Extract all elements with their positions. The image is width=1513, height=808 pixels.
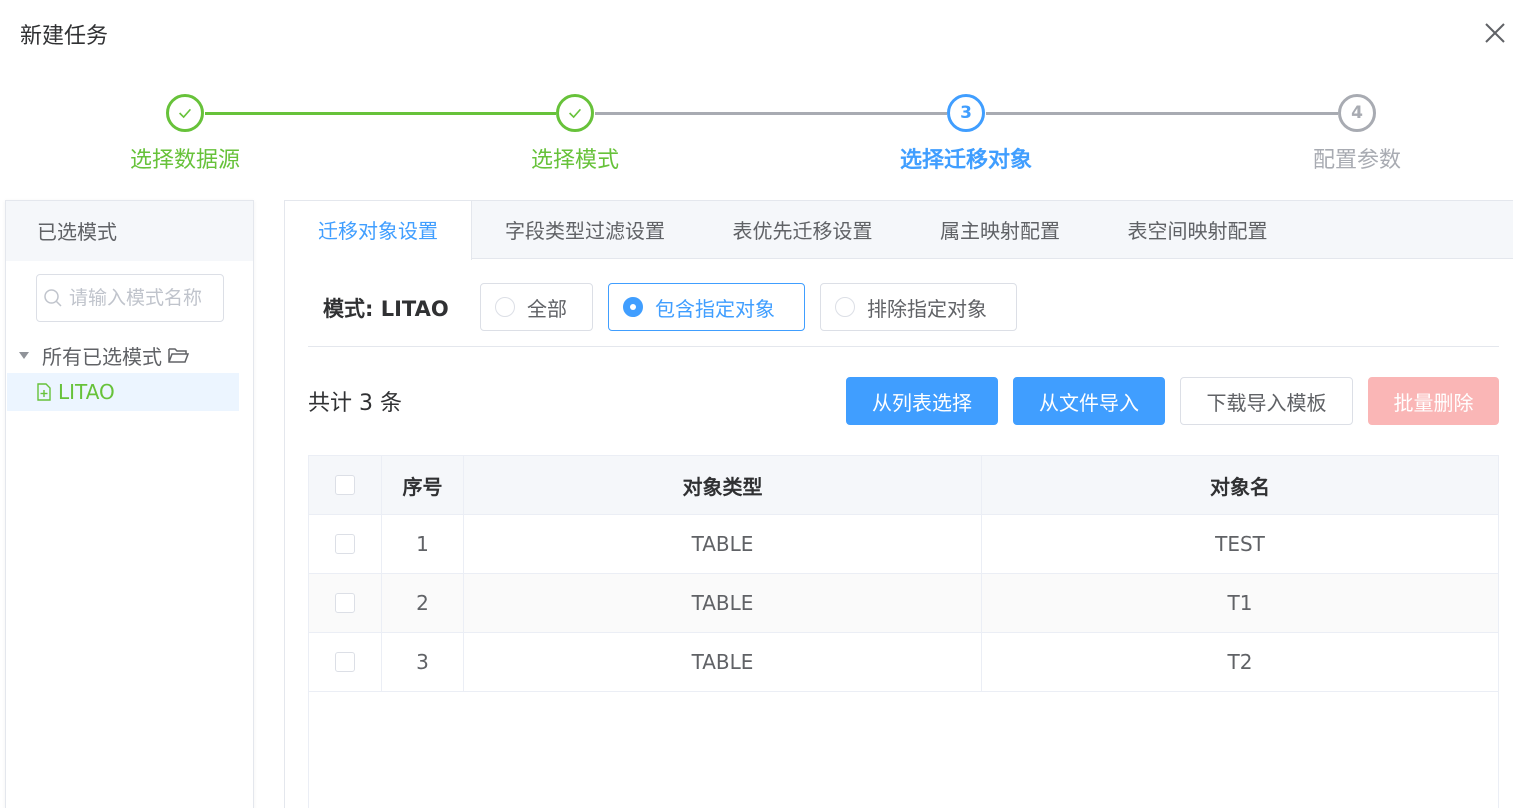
objects-table: 序号 对象类型 对象名 1 TABLE TEST 2 TABLE T1 3 TA…: [308, 455, 1499, 808]
row-object-type: TABLE: [464, 633, 982, 691]
dialog-title: 新建任务: [20, 24, 109, 49]
tree-node-label: LITAO: [58, 380, 115, 404]
tree-node-all-schemas[interactable]: 所有已选模式: [6, 337, 255, 373]
search-icon: [44, 289, 62, 307]
steps-bar: 选择数据源 选择模式 3 选择迁移对象 4 配置参数: [0, 94, 1513, 184]
step-select-schema: 选择模式: [455, 94, 695, 174]
header-object-name: 对象名: [1210, 474, 1270, 499]
radio-circle-icon: [835, 297, 855, 317]
check-icon: [556, 94, 594, 132]
close-icon: [1485, 23, 1505, 43]
caret-down-icon[interactable]: [19, 351, 29, 359]
row-checkbox[interactable]: [335, 534, 355, 554]
header-object-type: 对象类型: [464, 456, 982, 514]
step-title: 选择数据源: [129, 148, 240, 173]
radio-label: 包含指定对象: [655, 296, 775, 321]
folder-open-icon: [168, 348, 189, 363]
step-number: 3: [947, 94, 985, 132]
batch-delete-button[interactable]: 批量删除: [1368, 377, 1499, 425]
radio-checked-icon: [623, 297, 643, 317]
row-index: 3: [382, 633, 464, 691]
document-add-icon: [37, 383, 51, 401]
row-checkbox[interactable]: [335, 593, 355, 613]
select-all-checkbox[interactable]: [335, 475, 355, 495]
radio-circle-icon: [495, 297, 515, 317]
row-object-name: TEST: [1215, 532, 1265, 556]
row-checkbox[interactable]: [335, 652, 355, 672]
close-button[interactable]: [1482, 20, 1508, 46]
step-config-params: 4 配置参数: [1237, 94, 1477, 174]
tab-object-settings[interactable]: 迁移对象设置: [285, 201, 472, 260]
radio-all[interactable]: 全部: [480, 283, 593, 331]
schema-search-input[interactable]: [69, 275, 219, 321]
total-count: 共计 3 条: [308, 391, 402, 416]
selected-schema-panel: 已选模式 所有已选模式 LITAO: [5, 200, 254, 808]
tab-field-type-filter[interactable]: 字段类型过滤设置: [485, 201, 685, 259]
row-index: 1: [382, 515, 464, 573]
check-icon: [166, 94, 204, 132]
tree-node-label: 所有已选模式: [42, 344, 162, 369]
row-index: 2: [382, 574, 464, 632]
tree-node-litao[interactable]: LITAO: [7, 373, 239, 411]
table-header-row: 序号 对象类型 对象名: [309, 456, 1498, 515]
header-select-cell: [309, 456, 382, 514]
step-title: 配置参数: [1312, 148, 1401, 173]
object-settings-panel: 迁移对象设置 字段类型过滤设置 表优先迁移设置 属主映射配置 表空间映射配置 模…: [284, 200, 1513, 808]
step-number: 4: [1338, 94, 1376, 132]
divider: [308, 346, 1499, 347]
schema-search-box[interactable]: [36, 274, 224, 322]
radio-include-objects[interactable]: 包含指定对象: [608, 283, 805, 331]
radio-label: 排除指定对象: [867, 296, 987, 321]
row-object-name: T2: [1227, 650, 1253, 674]
tab-table-priority[interactable]: 表优先迁移设置: [710, 201, 895, 259]
row-select-cell: [309, 515, 382, 573]
download-template-button[interactable]: 下载导入模板: [1180, 377, 1353, 425]
row-select-cell: [309, 574, 382, 632]
row-select-cell: [309, 633, 382, 691]
step-title: 选择模式: [530, 148, 619, 173]
step-title: 选择迁移对象: [899, 148, 1032, 173]
radio-label: 全部: [527, 296, 567, 321]
header-index: 序号: [382, 456, 464, 514]
step-select-objects: 3 选择迁移对象: [846, 94, 1086, 174]
table-row: 3 TABLE T2: [309, 633, 1498, 692]
table-row: 2 TABLE T1: [309, 574, 1498, 633]
panel-header: 已选模式: [6, 201, 253, 261]
settings-tabs: 迁移对象设置 字段类型过滤设置 表优先迁移设置 属主映射配置 表空间映射配置: [285, 201, 1513, 260]
table-row: 1 TABLE TEST: [309, 515, 1498, 574]
step-select-datasource: 选择数据源: [65, 94, 305, 174]
tab-owner-mapping[interactable]: 属主映射配置: [920, 201, 1080, 259]
row-object-type: TABLE: [464, 515, 982, 573]
tab-tablespace-mapping[interactable]: 表空间映射配置: [1105, 201, 1290, 259]
import-from-file-button[interactable]: 从文件导入: [1013, 377, 1165, 425]
select-from-list-button[interactable]: 从列表选择: [846, 377, 998, 425]
schema-mode-label: 模式: LITAO: [323, 297, 449, 321]
row-object-name: T1: [1227, 591, 1253, 615]
row-object-type: TABLE: [464, 574, 982, 632]
radio-exclude-objects[interactable]: 排除指定对象: [820, 283, 1017, 331]
